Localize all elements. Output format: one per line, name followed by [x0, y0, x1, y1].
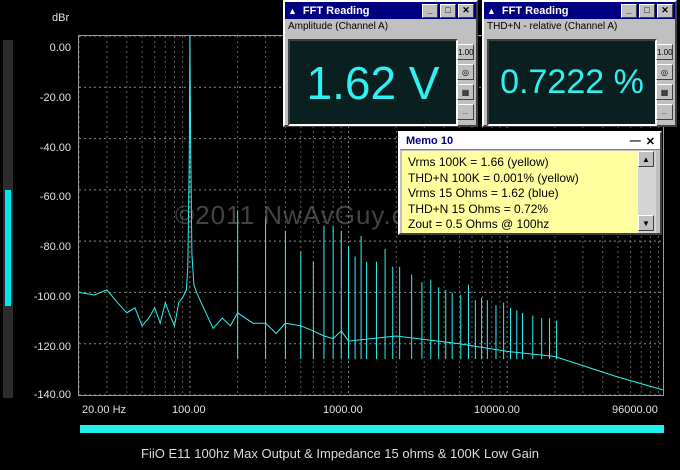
table-icon[interactable]: ▦ [656, 84, 673, 100]
memo-line: Zout = 0.5 Ohms @ 100hz [408, 217, 550, 231]
fft-reading-amplitude-window[interactable]: ▲ FFT Reading _ □ ✕ Amplitude (Channel A… [283, 0, 478, 127]
memo-line: THD+N 100K = 0.001% (yellow) [408, 170, 579, 185]
minimize-button[interactable]: _ [422, 3, 438, 18]
graph-caption: FiiO E11 100hz Max Output & Impedance 15… [141, 446, 539, 461]
close-button[interactable]: ✕ [646, 135, 655, 148]
resize-icon[interactable]: ↔ [457, 104, 474, 120]
thd-value: 0.7222 % [500, 63, 644, 101]
maximize-button[interactable]: □ [440, 3, 456, 18]
window-title: FFT Reading [302, 4, 370, 17]
x-tick-label: 20.00 Hz [82, 404, 127, 416]
y-tick-label: -120.00 [33, 341, 71, 353]
decimal-places-button[interactable]: 1.00 [457, 44, 474, 60]
y-tick-label: -100.00 [33, 291, 71, 303]
y-tick-label: -140.00 [33, 389, 71, 401]
horizontal-scrollbar[interactable] [80, 425, 664, 433]
settings-icon[interactable]: ◎ [457, 64, 474, 80]
minimize-button[interactable]: — [630, 135, 641, 147]
scroll-down-icon[interactable]: ▼ [638, 215, 654, 231]
window-titlebar[interactable]: ▲ FFT Reading _ □ ✕ [484, 2, 675, 19]
memo-window[interactable]: Memo 10 — ✕ Vrms 100K = 1.66 (yellow) TH… [398, 131, 662, 235]
scroll-up-icon[interactable]: ▲ [638, 151, 654, 167]
memo-line: THD+N 15 Ohms = 0.72% [408, 201, 549, 216]
triangle-icon: ▲ [288, 5, 297, 16]
resize-icon[interactable]: ↔ [656, 104, 673, 120]
close-button[interactable]: ✕ [657, 3, 673, 18]
y-tick-label: -60.00 [39, 191, 71, 203]
fft-reading-thd-window[interactable]: ▲ FFT Reading _ □ ✕ THD+N - relative (Ch… [482, 0, 677, 127]
decimal-places-button[interactable]: 1.00 [656, 44, 673, 60]
y-axis-unit-label: dBr [52, 12, 70, 24]
window-title: FFT Reading [501, 4, 569, 17]
x-tick-label: 100.00 [172, 404, 206, 416]
memo-text-area[interactable]: Vrms 100K = 1.66 (yellow) THD+N 100K = 0… [402, 151, 638, 233]
amplitude-readout: 1.62 V [288, 39, 458, 126]
triangle-icon: ▲ [487, 5, 496, 16]
amplitude-value: 1.62 V [306, 56, 440, 109]
window-subtitle: Amplitude (Channel A) [288, 21, 389, 32]
window-titlebar[interactable]: ▲ FFT Reading _ □ ✕ [285, 2, 476, 19]
maximize-button[interactable]: □ [639, 3, 655, 18]
x-tick-label: 10000.00 [474, 404, 520, 416]
table-icon[interactable]: ▦ [457, 84, 474, 100]
close-button[interactable]: ✕ [458, 3, 474, 18]
x-tick-label: 96000.00 [612, 404, 658, 416]
y-tick-label: -80.00 [39, 241, 71, 253]
memo-line: Vrms 100K = 1.66 (yellow) [408, 155, 549, 169]
y-tick-label: -40.00 [39, 142, 71, 154]
window-subtitle: THD+N - relative (Channel A) [487, 21, 618, 32]
y-tick-label: 0.00 [49, 42, 71, 54]
memo-line: Vrms 15 Ohms = 1.62 (blue) [408, 186, 559, 200]
memo-scrollbar[interactable]: ▲ ▼ [638, 151, 656, 233]
memo-titlebar[interactable]: Memo 10 — ✕ [400, 133, 660, 150]
y-tick-label: -20.00 [39, 92, 71, 104]
thd-readout: 0.7222 % [487, 39, 657, 126]
settings-icon[interactable]: ◎ [656, 64, 673, 80]
memo-title: Memo 10 [406, 135, 454, 147]
minimize-button[interactable]: _ [621, 3, 637, 18]
x-tick-label: 1000.00 [323, 404, 363, 416]
